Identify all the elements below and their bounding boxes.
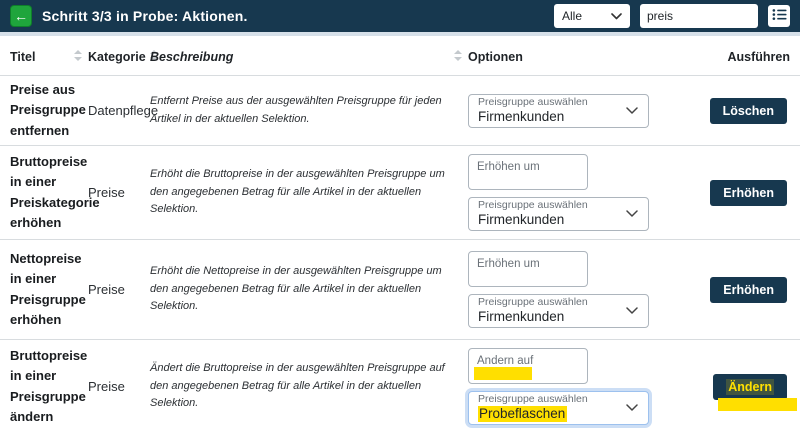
chevron-down-icon: [626, 210, 638, 218]
back-button[interactable]: ←: [10, 5, 32, 27]
action-title: Nettopreise in einer Preisgruppe erhöhen: [10, 249, 88, 330]
action-options: Preisgruppe auswählen Firmenkunden: [468, 86, 660, 136]
column-header-beschreibung[interactable]: Beschreibung: [150, 50, 468, 64]
filter-select[interactable]: Alle: [554, 4, 630, 28]
preisgruppe-select[interactable]: Preisgruppe auswählen Firmenkunden: [468, 294, 649, 328]
select-content: Preisgruppe auswählen Firmenkunden: [478, 296, 588, 326]
action-category: Datenpflege: [88, 103, 150, 118]
top-header-bar: ← Schritt 3/3 in Probe: Aktionen. Alle: [0, 0, 800, 32]
column-header-optionen[interactable]: Optionen: [468, 50, 660, 64]
action-category: Preise: [88, 282, 150, 297]
action-execute-cell: Ändern: [660, 374, 790, 400]
sort-arrows-icon: [454, 50, 462, 64]
arrow-left-icon: ←: [14, 9, 28, 23]
table-row: Nettopreise in einer Preisgruppe erhöhen…: [0, 239, 800, 339]
action-title: Preise aus Preisgruppe entfernen: [10, 80, 88, 140]
chevron-down-icon: [626, 404, 638, 412]
amount-input[interactable]: [468, 154, 588, 190]
action-description: Ändert die Bruttopreise in der ausgewähl…: [150, 360, 468, 413]
select-content: Preisgruppe auswählen Firmenkunden: [478, 199, 588, 229]
chevron-down-icon: [611, 13, 622, 20]
preisgruppe-select[interactable]: Preisgruppe auswählen Probeflaschen: [468, 391, 649, 425]
column-header-ausfuehren: Ausführen: [660, 50, 790, 64]
action-title: Bruttopreise in einer Preisgruppe ändern: [10, 346, 88, 427]
action-options: Preisgruppe auswählen Firmenkunden: [468, 146, 660, 239]
loeschen-button[interactable]: Löschen: [710, 98, 787, 124]
action-execute-cell: Erhöhen: [660, 277, 790, 303]
action-options: Preisgruppe auswählen Probeflaschen: [468, 340, 660, 431]
column-header-titel[interactable]: Titel: [10, 50, 88, 64]
column-header-kategorie[interactable]: Kategorie: [88, 50, 150, 64]
page-title: Schritt 3/3 in Probe: Aktionen.: [42, 8, 248, 24]
action-description: Entfernt Preise aus der ausgewählten Pre…: [150, 93, 468, 128]
select-content: Preisgruppe auswählen Probeflaschen: [478, 393, 588, 423]
sort-arrows-icon: [74, 50, 82, 64]
select-value: Firmenkunden: [478, 109, 588, 126]
select-value: Probeflaschen: [478, 406, 588, 423]
select-label: Preisgruppe auswählen: [478, 393, 588, 406]
select-content: Preisgruppe auswählen Firmenkunden: [478, 96, 588, 126]
action-execute-cell: Löschen: [660, 98, 790, 124]
search-input[interactable]: [640, 4, 758, 28]
action-category: Preise: [88, 379, 150, 394]
table-row: Preise aus Preisgruppe entfernen Datenpf…: [0, 75, 800, 145]
erhoehen-button[interactable]: Erhöhen: [710, 277, 787, 303]
action-category: Preise: [88, 185, 150, 200]
list-view-button[interactable]: [768, 5, 790, 27]
table-row: Bruttopreise in einer Preisgruppe ändern…: [0, 339, 800, 431]
action-title: Bruttopreise in einer Preiskategorie erh…: [10, 152, 88, 233]
yellow-highlight-marker: Probeflaschen: [478, 406, 567, 422]
select-label: Preisgruppe auswählen: [478, 296, 588, 309]
action-description: Erhöht die Nettopreise in der ausgewählt…: [150, 263, 468, 316]
yellow-highlight-marker: [718, 398, 797, 411]
list-icon: [772, 7, 787, 25]
action-description: Erhöht die Bruttopreise in der ausgewähl…: [150, 166, 468, 219]
aendern-button[interactable]: Ändern: [713, 374, 787, 400]
chevron-down-icon: [626, 107, 638, 115]
preisgruppe-select[interactable]: Preisgruppe auswählen Firmenkunden: [468, 94, 649, 128]
select-label: Preisgruppe auswählen: [478, 199, 588, 212]
select-value: Firmenkunden: [478, 309, 588, 326]
table-header-row: Titel Kategorie Beschreibung Optionen Au…: [0, 36, 800, 75]
action-options: Preisgruppe auswählen Firmenkunden: [468, 243, 660, 336]
select-label: Preisgruppe auswählen: [478, 96, 588, 109]
preisgruppe-select[interactable]: Preisgruppe auswählen Firmenkunden: [468, 197, 649, 231]
amount-input[interactable]: [468, 251, 588, 287]
select-value: Firmenkunden: [478, 212, 588, 229]
chevron-down-icon: [626, 307, 638, 315]
erhoehen-button[interactable]: Erhöhen: [710, 180, 787, 206]
table-row: Bruttopreise in einer Preiskategorie erh…: [0, 145, 800, 239]
action-execute-cell: Erhöhen: [660, 180, 790, 206]
page: ← Schritt 3/3 in Probe: Aktionen. Alle: [0, 0, 800, 431]
amount-input[interactable]: [468, 348, 588, 384]
filter-select-value: Alle: [562, 9, 582, 23]
